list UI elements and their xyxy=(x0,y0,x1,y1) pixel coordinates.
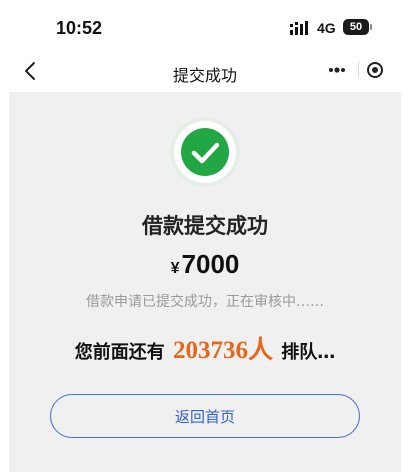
loan-amount: ¥7000 xyxy=(9,249,401,280)
amount-value: 7000 xyxy=(181,249,240,279)
check-circle-icon xyxy=(170,117,240,187)
status-time: 10:52 xyxy=(56,18,103,38)
battery-indicator: 50 xyxy=(343,19,369,35)
more-dots-icon[interactable] xyxy=(326,60,348,80)
queue-suffix: 排队… xyxy=(281,342,336,363)
battery-tip xyxy=(370,24,372,30)
mini-program-capsule xyxy=(318,56,398,84)
queue-number: 203736人 xyxy=(172,337,273,364)
capsule-divider xyxy=(358,62,359,78)
result-panel: 借款提交成功 ¥7000 借款申请已提交成功，正在审核中…… 您前面还有 203… xyxy=(9,92,401,472)
network-type: 4G xyxy=(317,20,336,36)
return-home-button[interactable]: 返回首页 xyxy=(50,394,360,438)
nav-bar: 提交成功 xyxy=(0,56,410,88)
queue-status: 您前面还有 203736人 排队… xyxy=(9,330,401,366)
status-bar: 10:52 4G 50 xyxy=(0,0,410,56)
signal-icon xyxy=(290,21,308,35)
status-message: 借款申请已提交成功，正在审核中…… xyxy=(86,294,324,310)
queue-prefix: 您前面还有 xyxy=(74,342,165,363)
target-close-icon[interactable] xyxy=(366,61,384,79)
currency-symbol: ¥ xyxy=(170,260,180,277)
result-title: 借款提交成功 xyxy=(142,214,268,238)
